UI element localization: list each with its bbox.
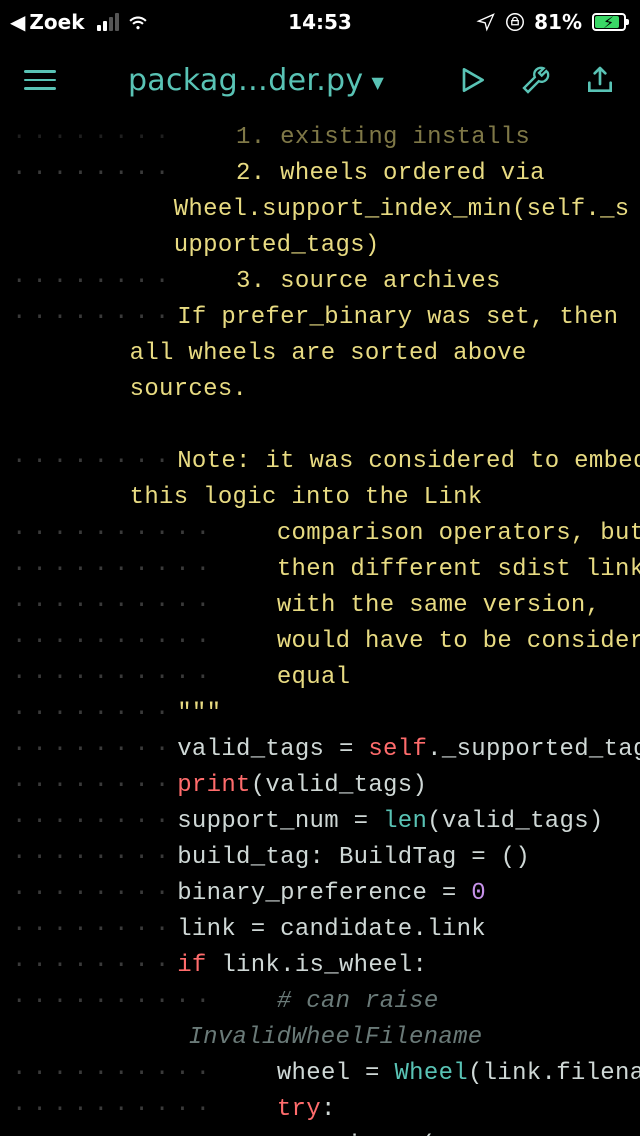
wrench-icon[interactable] bbox=[520, 64, 552, 96]
code-text: Wheel.support_index_min(self._s bbox=[174, 192, 630, 228]
location-icon bbox=[476, 12, 496, 32]
code-text: if bbox=[177, 948, 206, 984]
code-text: print bbox=[177, 768, 251, 804]
run-icon[interactable] bbox=[456, 64, 488, 96]
code-text: support_num = bbox=[177, 804, 383, 840]
code-text: pri = -( bbox=[318, 1128, 436, 1136]
code-comment: InvalidWheelFilename bbox=[188, 1020, 482, 1056]
code-text: with the same version, bbox=[277, 588, 600, 624]
toolbar-actions bbox=[456, 64, 616, 96]
code-text: 1. existing installs bbox=[236, 120, 530, 156]
code-text: """ bbox=[177, 696, 221, 732]
code-text: upported_tags) bbox=[174, 228, 380, 264]
battery-icon: ⚡︎ bbox=[592, 13, 626, 31]
filename-dropdown[interactable]: packag…der.py ▼ bbox=[128, 63, 384, 98]
status-left-group: ◀ Zoek bbox=[10, 10, 149, 34]
code-text: valid_tags = bbox=[177, 732, 368, 768]
code-text: build_tag: BuildTag = bbox=[177, 840, 500, 876]
code-text: all wheels are sorted above bbox=[130, 336, 527, 372]
code-text: this logic into the Link bbox=[130, 480, 483, 516]
editor-toolbar: packag…der.py ▼ bbox=[0, 44, 640, 116]
status-right-group: 81% ⚡︎ bbox=[476, 10, 626, 34]
hamburger-menu-icon[interactable] bbox=[24, 70, 56, 90]
cellular-signal-icon bbox=[97, 13, 119, 31]
code-text: wheel = bbox=[277, 1056, 395, 1092]
code-viewport[interactable]: ········ 1. existing installs ········ 2… bbox=[0, 116, 640, 1136]
code-comment: # can raise bbox=[277, 984, 439, 1020]
code-text: binary_preference = bbox=[177, 876, 471, 912]
back-app-label[interactable]: Zoek bbox=[29, 10, 84, 34]
code-text: 2. wheels ordered via bbox=[236, 156, 545, 192]
clock: 14:53 bbox=[288, 10, 352, 34]
code-text: would have to be considered bbox=[277, 624, 640, 660]
code-text: Note: it was considered to embed bbox=[177, 444, 640, 480]
export-icon[interactable] bbox=[584, 64, 616, 96]
code-text: equal bbox=[277, 660, 351, 696]
orientation-lock-icon bbox=[504, 11, 526, 33]
code-text: link = candidate.link bbox=[177, 912, 486, 948]
code-text: then different sdist links bbox=[277, 552, 640, 588]
code-text: try bbox=[277, 1092, 321, 1128]
ios-status-bar: ◀ Zoek 14:53 81% ⚡︎ bbox=[0, 0, 640, 44]
battery-percent: 81% bbox=[534, 10, 582, 34]
code-text: comparison operators, but bbox=[277, 516, 640, 552]
filename-label: packag…der.py bbox=[128, 63, 364, 98]
chevron-down-icon: ▼ bbox=[371, 73, 384, 92]
code-text: If prefer_binary was set, then bbox=[177, 300, 618, 336]
code-text: sources. bbox=[130, 372, 248, 408]
back-caret-icon[interactable]: ◀ bbox=[10, 10, 25, 34]
charging-bolt-icon: ⚡︎ bbox=[603, 13, 614, 32]
code-text: 3. source archives bbox=[236, 264, 501, 300]
wifi-icon bbox=[127, 11, 149, 33]
